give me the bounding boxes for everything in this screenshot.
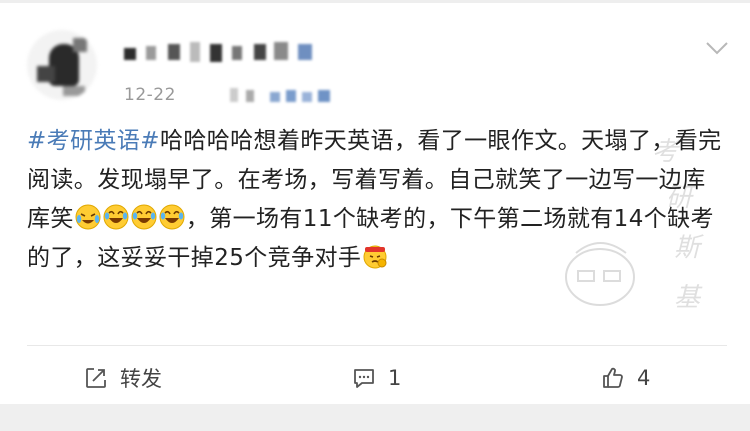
crying-laughing-emoji <box>75 204 101 230</box>
fighting-emoji <box>363 245 387 269</box>
thumbs-up-icon <box>603 367 623 388</box>
laughing-tears-emoji <box>103 204 129 230</box>
bottom-separator <box>0 404 750 431</box>
post-source-blurred <box>190 84 350 106</box>
repost-icon <box>86 368 106 388</box>
username-blurred[interactable] <box>124 40 320 66</box>
comment-icon <box>354 369 374 388</box>
post-timestamp: 12-22 <box>124 85 176 105</box>
watermark-char: 基 <box>674 283 701 313</box>
chevron-down-icon[interactable] <box>704 39 730 57</box>
avatar[interactable] <box>27 30 97 100</box>
repost-label: 转发 <box>120 367 162 391</box>
post-meta: 12-22 <box>124 83 350 107</box>
comment-button[interactable]: 1 <box>352 364 401 392</box>
laughing-tears-emoji <box>159 204 185 230</box>
action-divider <box>27 345 727 346</box>
repost-button[interactable]: 转发 <box>84 364 162 392</box>
comment-count: 1 <box>388 366 402 390</box>
like-button[interactable]: 4 <box>601 364 650 392</box>
post-content: #考研英语#哈哈哈哈想着昨天英语，看了一眼作文。天塌了，看完阅读。发现塌早了。在… <box>27 122 727 278</box>
like-count: 4 <box>637 366 651 390</box>
post-card: 12-22 考 研 斯 基 #考研英语#哈哈哈哈想着昨天英语，看了一眼作文。天塌… <box>0 3 750 404</box>
laughing-tears-emoji <box>131 204 157 230</box>
hashtag-link[interactable]: #考研英语# <box>27 128 160 154</box>
